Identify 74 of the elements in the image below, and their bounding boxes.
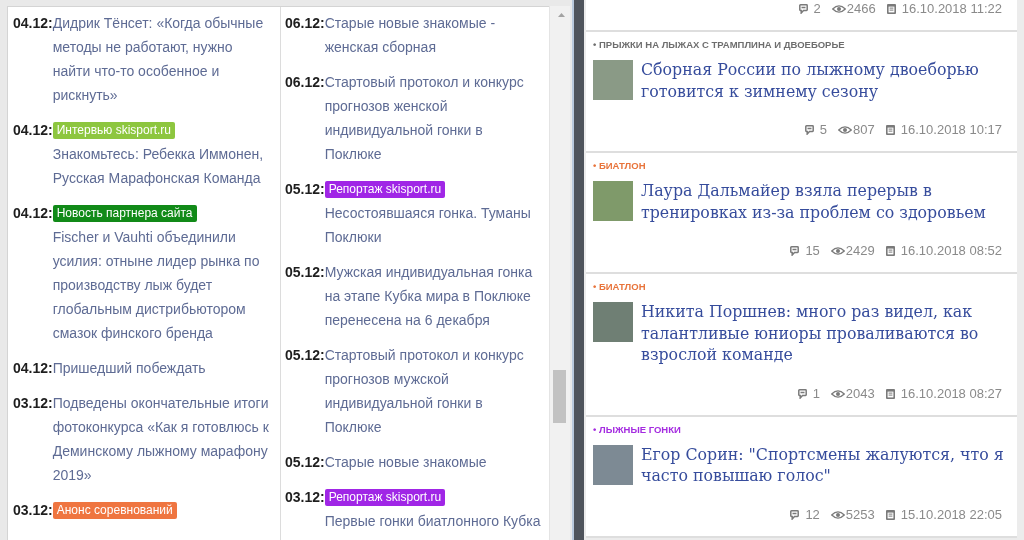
comment-icon (790, 246, 800, 256)
news-link[interactable]: Стартовый протокол и конкурс прогнозов мужской индивидуальной гонки в Поклюке (324, 343, 542, 439)
section-tag[interactable]: Анонс соревнований (52, 501, 177, 519)
news-link[interactable]: Знакомьтесь: Ребекка Иммонен, Русская Марафонская Команда (52, 142, 272, 190)
calendar-icon (885, 388, 895, 399)
section-tag[interactable]: Репортаж skisport.ru (324, 488, 446, 506)
news-date: 05.12: (285, 453, 325, 472)
comment-icon (804, 125, 814, 135)
view-count: 5253 (845, 506, 875, 523)
news-link[interactable]: Старые новые знакомые - женская сборная (324, 11, 542, 59)
news-link[interactable]: Старые новые знакомые (324, 450, 542, 474)
photo-placeholder (593, 181, 633, 221)
publish-date: 16.10.2018 10:17 (900, 122, 1002, 138)
scrollbar[interactable] (549, 6, 570, 540)
comment-count: 15 (805, 243, 820, 259)
news-link[interactable]: Дидрик Тёнсет: «Когда обычные методы не работают, нужно найти что-то особенное и рискнуть» (52, 11, 272, 107)
headline-link[interactable]: Егор Сорин: "Спортсмены жалуются, что я часто повышаю голос" (641, 443, 1007, 487)
news-link[interactable]: Стартовый протокол и конкурс прогнозов женской индивидуальной гонки в Поклюке (324, 70, 542, 166)
publish-date: 15.10.2018 22:05 (900, 506, 1002, 523)
news-link[interactable]: Подведены окончательные итоги фотоконкурса «Как я готовлюсь к Деминскому лыжному марафону 2019» (52, 391, 272, 487)
eye-icon (838, 126, 853, 134)
publish-date: 16.10.2018 08:52 (900, 243, 1002, 259)
comment-icon (790, 509, 800, 520)
comment-count: 1 (812, 385, 820, 402)
headline-link[interactable]: Никита Поршнев: много раз видел, как талантливые юниоры проваливаются во взрослой команде (641, 301, 1007, 366)
category-link[interactable]: • БИАТЛОН (593, 280, 1002, 294)
view-count: 807 (853, 122, 875, 138)
news-date: 04.12: (13, 121, 53, 140)
news-link[interactable]: Несостоявшаяся гонка. Туманы Поклюки (324, 201, 542, 249)
category-link[interactable]: • ЛЫЖНЫЕ ГОНКИ (593, 422, 1002, 437)
calendar-icon (886, 4, 896, 14)
news-date: 05.12: (285, 263, 325, 282)
comment-count: 5 (819, 122, 828, 138)
news-date: 06.12: (285, 14, 325, 33)
comment-count: 2 (813, 1, 821, 17)
comment-count: 12 (805, 506, 820, 523)
view-count: 2043 (845, 385, 875, 402)
photo-placeholder (593, 444, 633, 485)
section-tag[interactable]: Репортаж skisport.ru (324, 180, 446, 198)
publish-date: 16.10.2018 08:27 (900, 385, 1002, 402)
section-tag[interactable]: Новость партнера сайта (52, 204, 197, 222)
comment-icon (798, 4, 808, 14)
eye-icon (830, 510, 845, 519)
eye-icon (830, 389, 845, 398)
news-date: 03.12: (13, 394, 53, 413)
photo-placeholder (593, 60, 633, 100)
news-link[interactable]: Пришедший побеждать (52, 356, 272, 380)
news-date: 05.12: (285, 346, 325, 365)
comment-icon (797, 388, 807, 399)
scroll-up-arrow-icon[interactable] (558, 13, 565, 17)
news-date: 04.12: (13, 204, 53, 223)
photo-placeholder (593, 302, 633, 342)
category-link[interactable]: • БИАТЛОН (593, 159, 1002, 173)
calendar-icon (885, 509, 895, 520)
news-date: 04.12: (13, 14, 53, 33)
scrollbar-thumb[interactable] (553, 370, 566, 423)
news-date: 06.12: (285, 73, 325, 92)
news-link[interactable]: Первые гонки биатлонного Кубка (324, 509, 542, 533)
view-count: 2466 (846, 1, 876, 17)
publish-date: 16.10.2018 11:22 (901, 1, 1002, 17)
news-date: 03.12: (285, 488, 325, 507)
news-date: 04.12: (13, 359, 53, 378)
headline-link[interactable]: Лаура Дальмайер взяла перерыв в тренировках из-за проблем со здоровьем (641, 180, 1007, 223)
eye-icon (831, 5, 846, 13)
news-date: 03.12: (13, 501, 53, 520)
news-link[interactable]: Fischer и Vauhti объединили усилия: отныне лидер рынка по производству лыж будет глобальным дистрибьютором смазок финского бренда (52, 225, 272, 345)
news-date: 05.12: (285, 180, 325, 199)
category-link[interactable]: • ПРЫЖКИ НА ЛЫЖАХ С ТРАМПЛИНА И ДВОЕБОРЬЕ (593, 38, 1002, 52)
eye-icon (830, 247, 845, 255)
headline-link[interactable]: Сборная России по лыжному двоеборью готовится к зимнему сезону (641, 59, 1007, 102)
news-link[interactable]: Мужская индивидуальная гонка на этапе Кубка мира в Поклюке перенесена на 6 декабря (324, 260, 542, 332)
view-count: 2429 (845, 243, 875, 259)
calendar-icon (885, 125, 895, 135)
calendar-icon (885, 246, 895, 256)
